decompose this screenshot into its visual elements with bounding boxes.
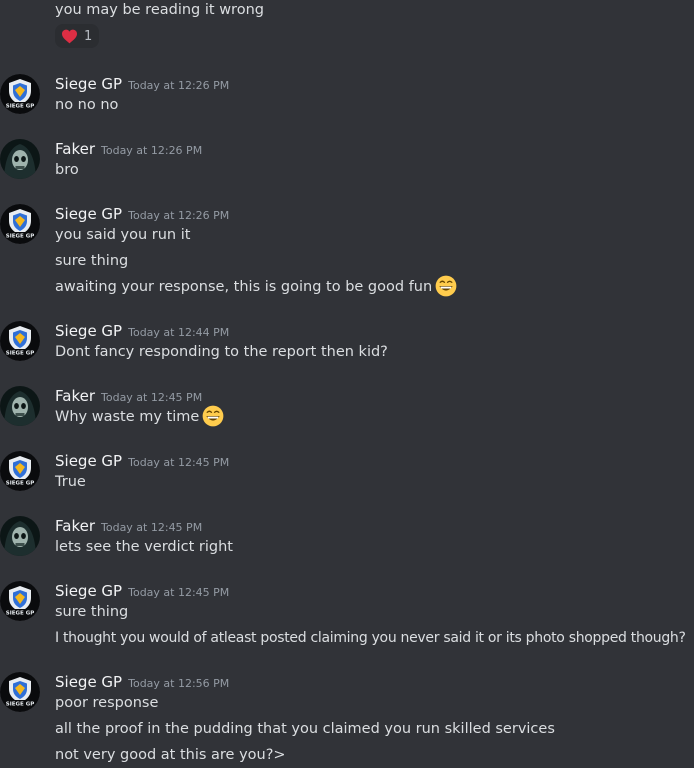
author-name[interactable]: Faker	[55, 140, 95, 158]
message-text: you said you run it	[55, 227, 191, 243]
heart-reaction[interactable]: 1	[55, 24, 100, 48]
siege-gp-avatar[interactable]: SIEGE GP	[0, 74, 40, 114]
siege-gp-avatar[interactable]: SIEGE GP	[0, 204, 40, 244]
author-name[interactable]: Siege GP	[55, 75, 122, 93]
author-name[interactable]: Siege GP	[55, 582, 122, 600]
reaction-count: 1	[84, 28, 93, 44]
message-line: awaiting your response, this is going to…	[55, 275, 457, 298]
siege-gp-logo-text: SIEGE GP	[6, 702, 35, 708]
siege-gp-avatar[interactable]: SIEGE GP	[0, 672, 40, 712]
siege-gp-avatar[interactable]: SIEGE GP	[0, 581, 40, 621]
message-text: not very good at this are you?>	[55, 747, 286, 763]
faker-avatar[interactable]	[0, 386, 40, 426]
faker-avatar[interactable]	[0, 139, 40, 179]
timestamp: Today at 12:45 PM	[101, 391, 203, 404]
siege-gp-logo-text: SIEGE GP	[6, 104, 35, 110]
message-text: True	[55, 474, 86, 490]
message-text: Why waste my time	[55, 409, 200, 425]
timestamp: Today at 12:45 PM	[128, 586, 230, 599]
grinning-face-emoji	[435, 275, 457, 297]
message-text: awaiting your response, this is going to…	[55, 279, 433, 295]
message-text: lets see the verdict right	[55, 539, 233, 555]
timestamp: Today at 12:45 PM	[128, 456, 230, 469]
message-header: Siege GP Today at 12:44 PM	[55, 321, 229, 343]
message-text: all the proof in the pudding that you cl…	[55, 721, 555, 737]
author-name[interactable]: Siege GP	[55, 322, 122, 340]
timestamp: Today at 12:26 PM	[128, 79, 230, 92]
author-name[interactable]: Faker	[55, 517, 95, 535]
message-text: bro	[55, 162, 79, 178]
red-heart-icon	[62, 29, 77, 43]
message-header: Siege GP Today at 12:26 PM	[55, 74, 229, 96]
timestamp: Today at 12:45 PM	[101, 521, 203, 534]
siege-gp-logo-text: SIEGE GP	[6, 351, 35, 357]
message-header: Siege GP Today at 12:26 PM	[55, 204, 229, 226]
message-header: Siege GP Today at 12:56 PM	[55, 672, 229, 694]
message-text: you may be reading it wrong	[55, 2, 264, 18]
siege-gp-avatar[interactable]: SIEGE GP	[0, 321, 40, 361]
siege-gp-logo-text: SIEGE GP	[6, 234, 35, 240]
author-name[interactable]: Siege GP	[55, 452, 122, 470]
message-text: sure thing	[55, 604, 129, 620]
timestamp: Today at 12:56 PM	[128, 677, 230, 690]
siege-gp-logo-text: SIEGE GP	[6, 481, 35, 487]
message-text: no no no	[55, 97, 119, 113]
message-header: Siege GP Today at 12:45 PM	[55, 581, 229, 603]
author-name[interactable]: Siege GP	[55, 673, 122, 691]
message-text: I thought you would of atleast posted cl…	[55, 630, 686, 646]
author-name[interactable]: Siege GP	[55, 205, 122, 223]
message-header: Faker Today at 12:45 PM	[55, 516, 202, 538]
timestamp: Today at 12:44 PM	[128, 326, 230, 339]
message-header: Siege GP Today at 12:45 PM	[55, 451, 229, 473]
message-text: poor response	[55, 695, 159, 711]
message-header: Faker Today at 12:26 PM	[55, 139, 202, 161]
timestamp: Today at 12:26 PM	[101, 144, 203, 157]
siege-gp-avatar[interactable]: SIEGE GP	[0, 451, 40, 491]
timestamp: Today at 12:26 PM	[128, 209, 230, 222]
grinning-face-emoji	[202, 405, 224, 427]
chat-messages: you may be reading it wrong 1 SIEGE GP S…	[0, 0, 694, 768]
siege-gp-logo-text: SIEGE GP	[6, 611, 35, 617]
message-line: Why waste my time	[55, 405, 224, 428]
author-name[interactable]: Faker	[55, 387, 95, 405]
message-text: sure thing	[55, 253, 129, 269]
message-text: Dont fancy responding to the report then…	[55, 344, 388, 360]
faker-avatar[interactable]	[0, 516, 40, 556]
message-header: Faker Today at 12:45 PM	[55, 386, 202, 408]
